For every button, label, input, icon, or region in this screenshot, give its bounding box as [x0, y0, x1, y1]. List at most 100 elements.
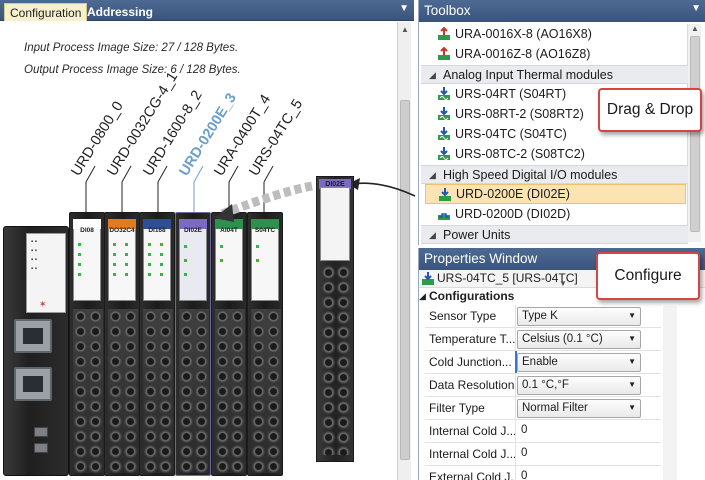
property-row[interactable]: Internal Cold J... 0: [425, 420, 661, 443]
property-row[interactable]: External Cold J... 0: [425, 466, 661, 480]
property-row[interactable]: Filter Type Normal Filter ▼: [425, 397, 661, 420]
property-name: Temperature T...: [429, 332, 516, 346]
configuration-panel: Configuration Addressing ▼ Input Process…: [0, 0, 416, 480]
toolbox-item-label: URA-0016Z-8 (AO16Z8): [455, 47, 591, 61]
drag-arrows: [214, 178, 416, 222]
toolbox-item-label: URS-08RT-2 (S08RT2): [455, 107, 584, 121]
property-scrollbar[interactable]: [663, 306, 677, 480]
property-row[interactable]: Temperature T... Celsius (0.1 °C) ▼: [425, 328, 661, 351]
toolbox-category[interactable]: ◢ Power Units: [421, 225, 688, 244]
terminal-block: [108, 309, 138, 473]
module-slot-4[interactable]: AI04T: [211, 212, 247, 476]
property-value-field[interactable]: 0: [517, 468, 641, 480]
ethernet-port-1: [14, 319, 52, 353]
collapse-icon[interactable]: ◢: [429, 226, 436, 244]
property-name: Internal Cold J...: [429, 424, 517, 438]
digital-input-icon: [439, 188, 451, 201]
callout-drag-drop: Drag & Drop: [598, 88, 702, 132]
property-value: 0: [521, 424, 528, 436]
brand-logo-icon: ✶: [39, 299, 47, 309]
property-value: Normal Filter: [522, 402, 588, 414]
analog-input-icon: [438, 147, 450, 160]
toolbox-item[interactable]: URD-0200D (DI02D): [425, 204, 686, 224]
property-name: Sensor Type: [429, 309, 497, 323]
property-value-field[interactable]: 0: [517, 422, 641, 441]
usb-port: [34, 443, 48, 453]
property-row[interactable]: Cold Junction... Enable ▼: [425, 351, 661, 374]
terminal-block: [179, 309, 209, 473]
property-value: 0: [521, 470, 528, 480]
chevron-down-icon[interactable]: ▼: [628, 403, 636, 412]
app-window: Configuration Addressing ▼ Input Process…: [0, 0, 705, 480]
analog-input-icon: [438, 127, 450, 140]
chevron-down-icon[interactable]: ▼: [628, 357, 636, 366]
property-name: Filter Type: [429, 401, 485, 415]
module-faceplate: [251, 223, 279, 301]
property-value: Enable: [522, 356, 558, 368]
properties-title: Properties Window: [424, 251, 538, 266]
collapse-icon[interactable]: ◢: [419, 288, 426, 305]
module-slot-1[interactable]: DO32C4: [104, 212, 140, 476]
module-slot-0[interactable]: DI08: [69, 212, 105, 476]
module-slot-3[interactable]: DI02E: [175, 212, 211, 476]
terminal-block: [251, 309, 281, 473]
panel-menu-icon[interactable]: ▼: [691, 3, 701, 14]
toolbox-item-label: URS-04RT (S04RT): [455, 87, 567, 101]
module-faceplate: [215, 223, 243, 301]
property-name: Cold Junction...: [429, 355, 512, 369]
toolbox-item-label: URS-04TC (S04TC): [455, 127, 567, 141]
property-value-field[interactable]: 0: [517, 445, 641, 464]
scroll-thumb[interactable]: [690, 36, 700, 232]
toolbox-header: Toolbox ▼: [419, 0, 705, 22]
toolbox-item[interactable]: URA-0016X-8 (AO16X8): [425, 24, 686, 44]
selected-object-name: URS-04TC_5 [URS-04TC]: [437, 271, 578, 285]
dragged-module[interactable]: DI02E: [316, 176, 354, 462]
analog-output-icon: [438, 27, 450, 40]
toolbox-item-label: URS-08TC-2 (S08TC2): [455, 147, 585, 161]
property-value: 0.1 °C,°F: [522, 379, 569, 391]
module-faceplate: [320, 187, 350, 261]
property-name: External Cold J...: [429, 470, 517, 480]
toolbox-item[interactable]: URS-08TC-2 (S08TC2): [425, 144, 686, 164]
property-value-dropdown[interactable]: Normal Filter ▼: [517, 399, 641, 418]
module-faceplate: [73, 223, 101, 301]
toolbox-category-label: Analog Input Thermal modules: [443, 68, 614, 82]
module-faceplate: [179, 223, 207, 301]
property-row[interactable]: Sensor Type Type K ▼: [425, 305, 661, 328]
module-slot-5[interactable]: S04TC: [247, 212, 283, 476]
toolbox-item-label: URD-0200D (DI02D): [455, 207, 571, 221]
digital-output-icon: [438, 213, 450, 220]
module-faceplate: [108, 223, 136, 301]
property-name: Data Resolution: [429, 378, 515, 392]
analog-input-icon: [438, 87, 450, 100]
toolbox-title: Toolbox: [424, 3, 471, 18]
scroll-up-icon[interactable]: ▲: [691, 24, 699, 33]
property-value-dropdown[interactable]: Celsius (0.1 °C) ▼: [517, 330, 641, 349]
toolbox-item[interactable]: URD-0200E (DI02E): [425, 184, 686, 204]
property-row[interactable]: Internal Cold J... 0: [425, 443, 661, 466]
property-value-dropdown[interactable]: Enable ▼: [517, 353, 641, 372]
module-slot-2[interactable]: DI168: [139, 212, 175, 476]
module-faceplate: [143, 223, 171, 301]
toolbox-item-label: URA-0016X-8 (AO16X8): [455, 27, 592, 41]
property-value: Celsius (0.1 °C): [522, 333, 603, 345]
property-value-dropdown[interactable]: 0.1 °C,°F ▼: [517, 376, 641, 395]
chevron-down-icon[interactable]: ▼: [628, 380, 636, 389]
collapse-icon[interactable]: ◢: [429, 66, 436, 84]
toolbox-category[interactable]: ◢ Analog Input Thermal modules: [421, 65, 688, 84]
property-row[interactable]: Data Resolution 0.1 °C,°F ▼: [425, 374, 661, 397]
cpu-module[interactable]: ▪ ▪ ▪ ▪ ▪ ▪ ▪ ▪ ✶: [3, 226, 69, 476]
property-value-dropdown[interactable]: Type K ▼: [517, 307, 641, 326]
chevron-down-icon[interactable]: ▼: [628, 311, 636, 320]
toolbox-category[interactable]: ◢ High Speed Digital I/O modules: [421, 165, 688, 184]
analog-output-icon: [438, 47, 450, 60]
ethernet-port-2: [14, 367, 52, 401]
toolbox-item[interactable]: URA-0016Z-8 (AO16Z8): [425, 44, 686, 64]
collapse-icon[interactable]: ◢: [429, 166, 436, 184]
chevron-down-icon[interactable]: ▼: [628, 334, 636, 343]
terminal-block: [73, 309, 103, 473]
terminal-block: [143, 309, 173, 473]
usb-port: [34, 427, 48, 437]
toolbox-scrollbar[interactable]: ▲: [687, 24, 701, 242]
toolbox-category-label: Power Units: [443, 228, 511, 242]
